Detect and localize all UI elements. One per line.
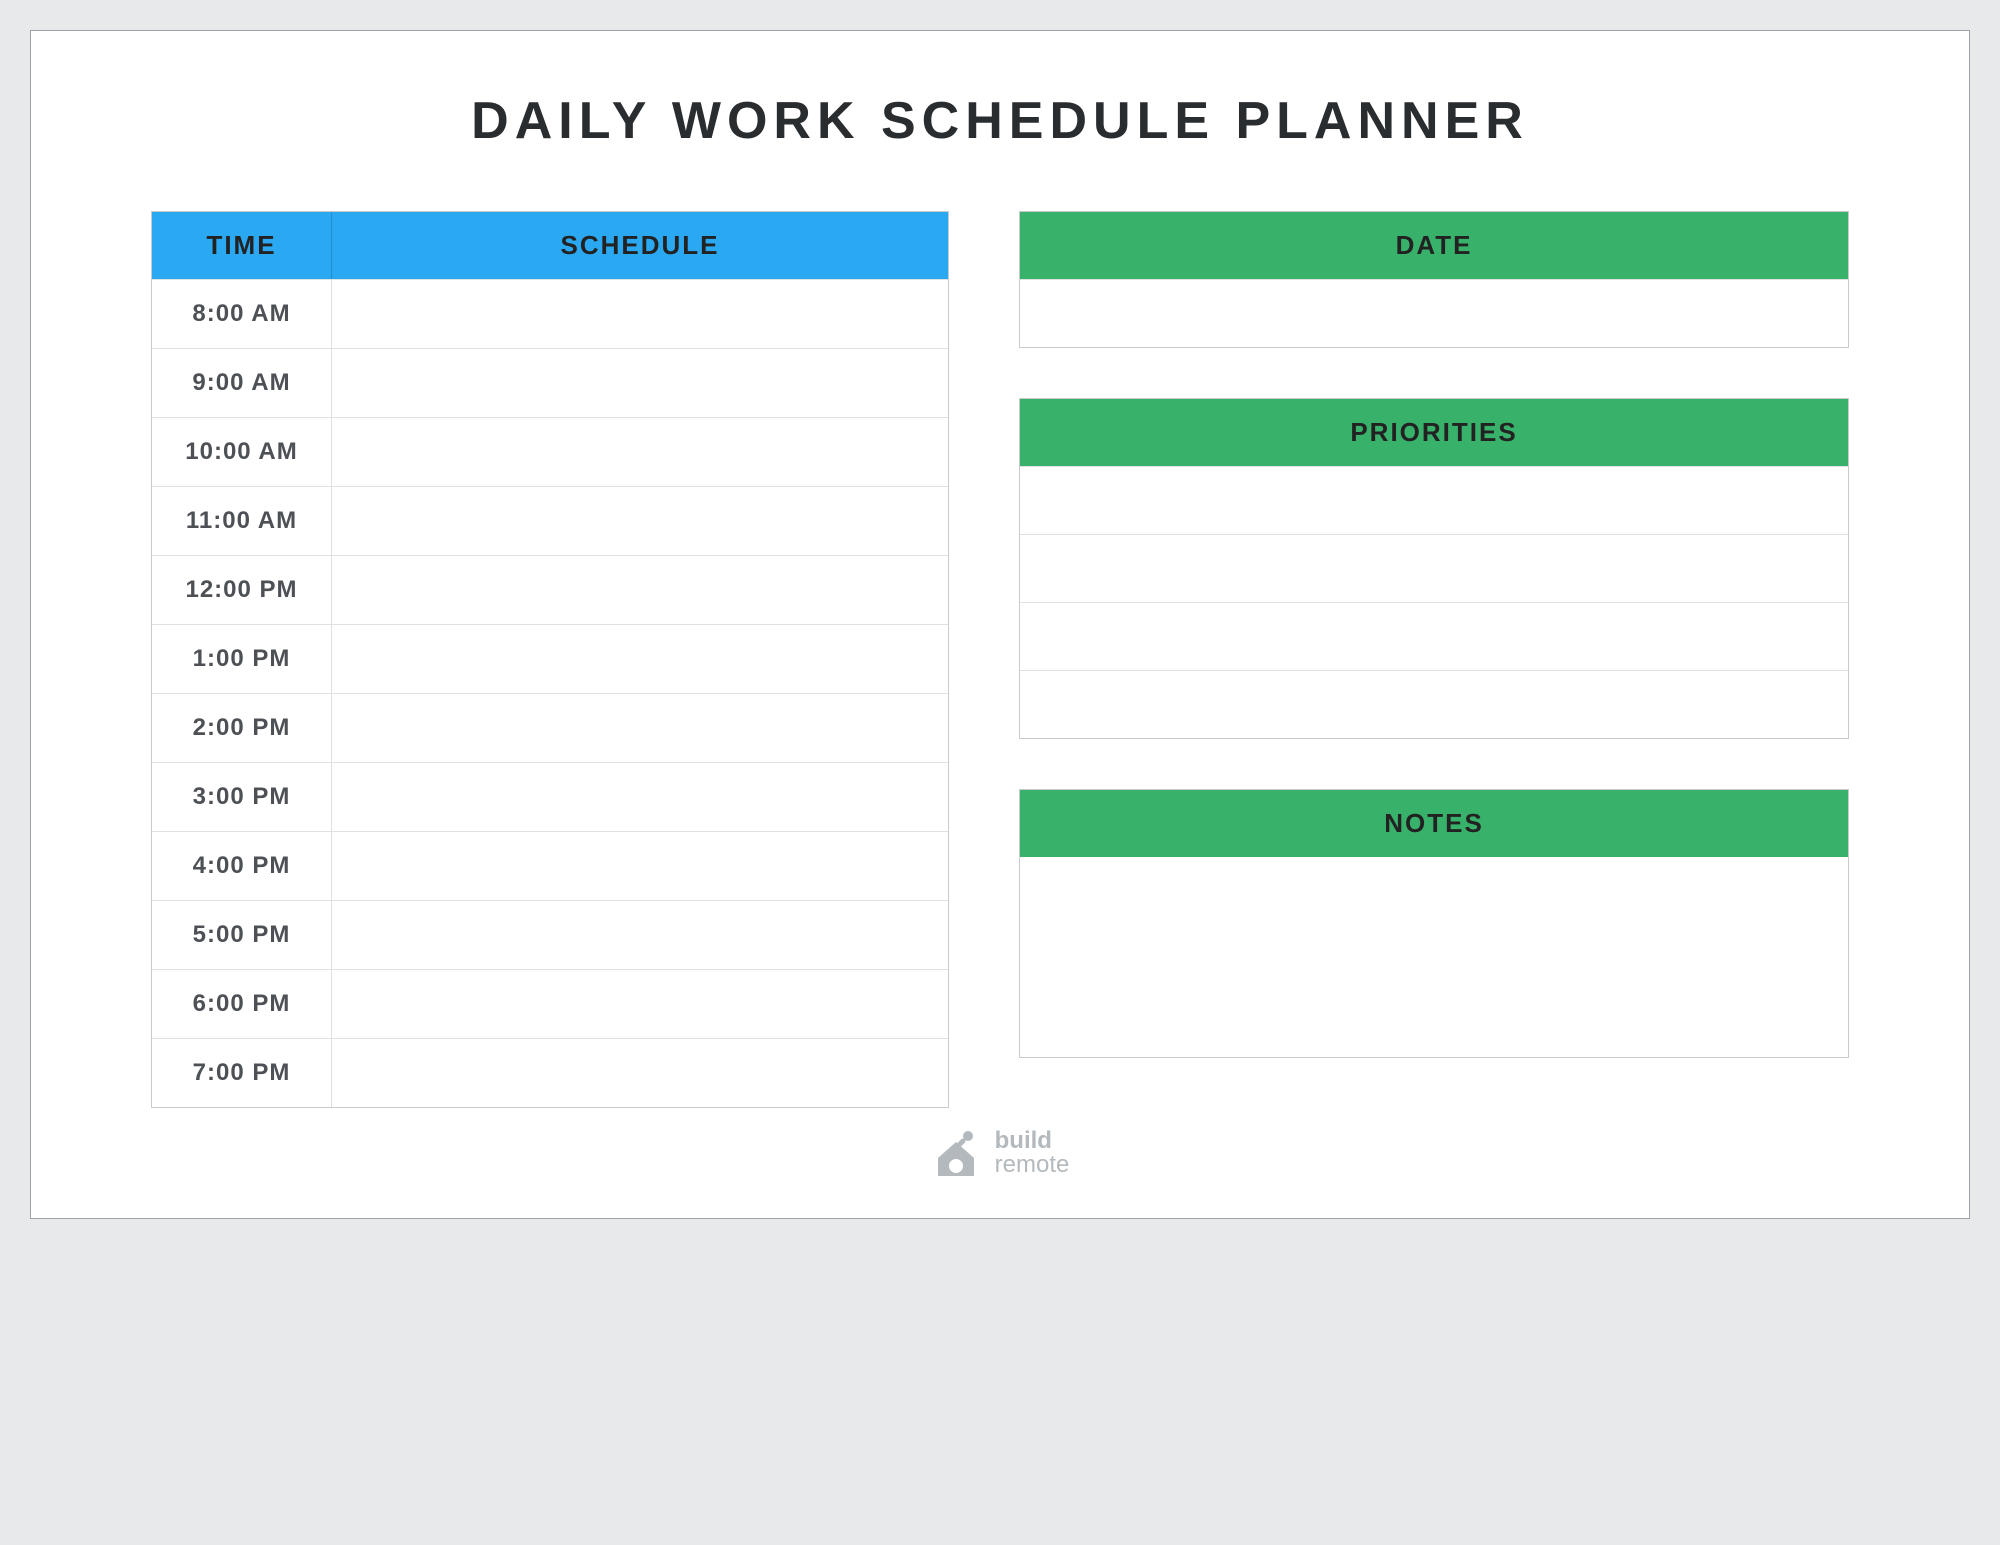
- schedule-entry[interactable]: [332, 349, 948, 417]
- schedule-header-time: TIME: [152, 212, 332, 279]
- schedule-entry[interactable]: [332, 763, 948, 831]
- notes-header: NOTES: [1020, 790, 1848, 857]
- schedule-row: 10:00 AM: [152, 417, 948, 486]
- notes-box: NOTES: [1019, 789, 1849, 1058]
- schedule-header-row: TIME SCHEDULE: [152, 212, 948, 279]
- priorities-header: PRIORITIES: [1020, 399, 1848, 466]
- brand-line2: remote: [995, 1153, 1070, 1177]
- schedule-entry[interactable]: [332, 970, 948, 1038]
- date-box: DATE: [1019, 211, 1849, 348]
- schedule-row: 3:00 PM: [152, 762, 948, 831]
- schedule-time: 2:00 PM: [152, 694, 332, 762]
- priorities-box: PRIORITIES: [1019, 398, 1849, 739]
- priority-item[interactable]: [1020, 466, 1848, 534]
- schedule-row: 4:00 PM: [152, 831, 948, 900]
- schedule-time: 9:00 AM: [152, 349, 332, 417]
- schedule-row: 5:00 PM: [152, 900, 948, 969]
- date-header: DATE: [1020, 212, 1848, 279]
- planner-page: DAILY WORK SCHEDULE PLANNER TIME SCHEDUL…: [30, 30, 1970, 1219]
- schedule-entry[interactable]: [332, 487, 948, 555]
- schedule-time: 8:00 AM: [152, 280, 332, 348]
- schedule-entry[interactable]: [332, 625, 948, 693]
- right-panel: DATE PRIORITIES NOTES: [1019, 211, 1849, 1108]
- notes-value[interactable]: [1020, 857, 1848, 1057]
- columns: TIME SCHEDULE 8:00 AM 9:00 AM 10:00 AM 1…: [151, 211, 1849, 1108]
- priority-item[interactable]: [1020, 534, 1848, 602]
- schedule-row: 7:00 PM: [152, 1038, 948, 1107]
- page-title: DAILY WORK SCHEDULE PLANNER: [151, 91, 1849, 151]
- schedule-panel: TIME SCHEDULE 8:00 AM 9:00 AM 10:00 AM 1…: [151, 211, 949, 1108]
- schedule-entry[interactable]: [332, 901, 948, 969]
- schedule-row: 6:00 PM: [152, 969, 948, 1038]
- buildremote-logo-text: build remote: [995, 1129, 1070, 1177]
- schedule-time: 3:00 PM: [152, 763, 332, 831]
- schedule-row: 9:00 AM: [152, 348, 948, 417]
- schedule-time: 12:00 PM: [152, 556, 332, 624]
- schedule-time: 7:00 PM: [152, 1039, 332, 1107]
- schedule-table: TIME SCHEDULE 8:00 AM 9:00 AM 10:00 AM 1…: [151, 211, 949, 1108]
- schedule-row: 11:00 AM: [152, 486, 948, 555]
- schedule-row: 12:00 PM: [152, 555, 948, 624]
- schedule-entry[interactable]: [332, 556, 948, 624]
- schedule-entry[interactable]: [332, 280, 948, 348]
- schedule-header-schedule: SCHEDULE: [332, 212, 948, 279]
- schedule-time: 1:00 PM: [152, 625, 332, 693]
- schedule-time: 11:00 AM: [152, 487, 332, 555]
- date-value[interactable]: [1020, 279, 1848, 347]
- brand-line1: build: [995, 1129, 1070, 1153]
- schedule-time: 10:00 AM: [152, 418, 332, 486]
- schedule-time: 5:00 PM: [152, 901, 332, 969]
- schedule-row: 1:00 PM: [152, 624, 948, 693]
- schedule-row: 8:00 AM: [152, 279, 948, 348]
- footer: build remote: [151, 1128, 1849, 1178]
- schedule-row: 2:00 PM: [152, 693, 948, 762]
- schedule-time: 4:00 PM: [152, 832, 332, 900]
- priority-item[interactable]: [1020, 602, 1848, 670]
- priority-item[interactable]: [1020, 670, 1848, 738]
- schedule-entry[interactable]: [332, 1039, 948, 1107]
- schedule-entry[interactable]: [332, 694, 948, 762]
- schedule-entry[interactable]: [332, 418, 948, 486]
- buildremote-logo-icon: [931, 1128, 981, 1178]
- schedule-time: 6:00 PM: [152, 970, 332, 1038]
- schedule-entry[interactable]: [332, 832, 948, 900]
